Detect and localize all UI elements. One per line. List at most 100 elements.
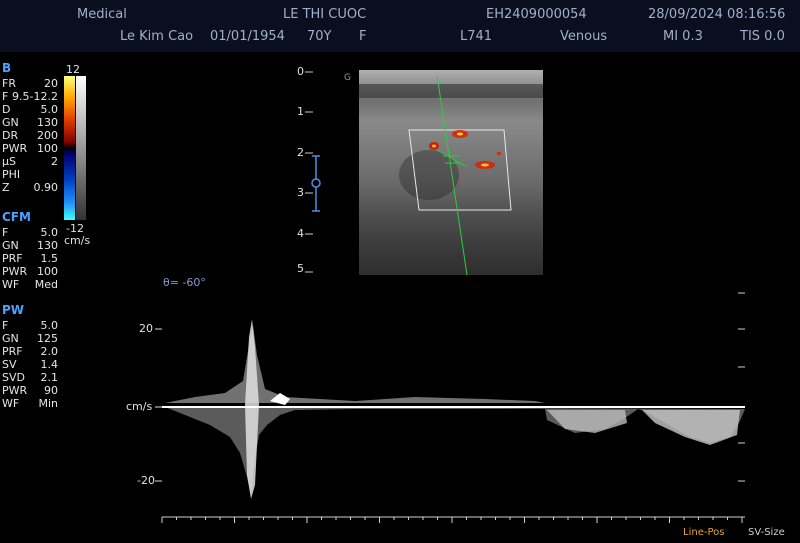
cfm-panel: CFM F 5.0 GN 130 PRF 1.5 PWR 100 WF Med	[2, 210, 58, 292]
velocity-unit: cm/s	[126, 400, 153, 413]
focus-marker-icon[interactable]	[306, 153, 326, 215]
b-mode-param-row: D 5.0	[2, 103, 58, 116]
param-value: 5.0	[40, 226, 59, 239]
depth-label-4: 4	[297, 227, 304, 240]
doppler-overlay	[408, 74, 512, 275]
param-value: 0.90	[33, 181, 59, 194]
color-box	[408, 129, 512, 211]
param-key: PRF	[2, 252, 23, 265]
exam-preset: Venous	[560, 29, 608, 44]
patient-sex: F	[359, 29, 367, 44]
cfm-param-row: PWR 100	[2, 265, 58, 278]
depth-label-5: 5	[297, 262, 304, 275]
b-mode-image[interactable]	[359, 70, 543, 275]
velocity-scale-bottom: -20	[137, 474, 155, 487]
b-mode-param-row: µS 2	[2, 155, 58, 168]
b-mode-param-row: GN 130	[2, 116, 58, 129]
param-value: 5.0	[40, 319, 59, 332]
color-bar-max: 12	[66, 63, 80, 76]
cfm-param-row: GN 130	[2, 239, 58, 252]
patient-name: LE THI CUOC	[283, 7, 367, 22]
param-value: Med	[34, 278, 58, 291]
param-key: F	[2, 319, 9, 332]
param-value: 100	[37, 142, 58, 155]
b-mode-param-row: DR 200	[2, 129, 58, 142]
probe-model: L741	[460, 29, 493, 44]
param-value: 125	[37, 332, 58, 345]
param-key: PHI	[2, 168, 21, 181]
param-key: FR	[2, 77, 16, 90]
cfm-param-row: WF Med	[2, 278, 58, 291]
depth-label-3: 3	[297, 186, 304, 199]
param-key: µS	[2, 155, 16, 168]
cfm-param-row: F 5.0	[2, 226, 58, 239]
spectral-waveform	[165, 319, 745, 499]
param-key: F	[2, 90, 9, 103]
color-velocity-bar	[64, 76, 86, 220]
pw-param-row: PWR 90	[2, 384, 58, 397]
param-value: 9.5-12.2	[12, 90, 58, 103]
pw-panel: PW F 5.0 GN 125 PRF 2.0 SV 1.4 SVD 2.1 PWR 90 WF Min	[2, 303, 58, 411]
exam-datetime: 28/09/2024 08:16:56	[648, 7, 786, 22]
param-key: Z	[2, 181, 10, 194]
param-key: WF	[2, 278, 20, 291]
depth-label-0: 0	[297, 65, 304, 78]
param-key: GN	[2, 239, 19, 252]
param-key: GN	[2, 116, 19, 129]
param-value: 200	[37, 129, 58, 142]
param-value: 130	[37, 116, 58, 129]
cfm-param-row: PRF 1.5	[2, 252, 58, 265]
velocity-scale-top: 20	[139, 322, 153, 335]
line-pos-control[interactable]: Line-Pos	[683, 527, 724, 538]
b-mode-title: B	[2, 61, 12, 75]
param-key: GN	[2, 332, 19, 345]
probe-orientation-icon: G	[344, 73, 351, 83]
mechanical-index: MI 0.3	[663, 29, 703, 44]
param-value: 2.1	[40, 371, 59, 384]
pw-param-row: GN 125	[2, 332, 58, 345]
param-key: F	[2, 226, 9, 239]
pw-title: PW	[2, 303, 25, 317]
exam-id: EH2409000054	[486, 7, 587, 22]
param-value: 90	[44, 384, 58, 397]
param-key: PWR	[2, 384, 28, 397]
param-key: D	[2, 103, 11, 116]
app-title: Medical	[77, 7, 127, 22]
param-key: SVD	[2, 371, 25, 384]
depth-label-2: 2	[297, 146, 304, 159]
b-mode-param-row: F 9.5-12.2	[2, 90, 58, 103]
cfm-title: CFM	[2, 210, 31, 224]
patient-header: Medical LE THI CUOC EH2409000054 28/09/2…	[0, 0, 800, 52]
color-bar-unit: cm/s	[64, 234, 91, 247]
param-value: 130	[37, 239, 58, 252]
b-mode-param-row: PHI	[2, 168, 58, 181]
patient-age: 70Y	[307, 29, 332, 44]
doppler-spectrum[interactable]	[155, 285, 755, 525]
param-key: SV	[2, 358, 17, 371]
cursor-line	[436, 74, 468, 275]
param-value: 1.5	[40, 252, 59, 265]
param-value: 5.0	[40, 103, 59, 116]
angle-correction	[436, 149, 468, 168]
b-mode-param-row: FR 20	[2, 77, 58, 90]
pw-param-row: PRF 2.0	[2, 345, 58, 358]
param-value: 20	[44, 77, 58, 90]
pw-param-row: SV 1.4	[2, 358, 58, 371]
pw-param-row: F 5.0	[2, 319, 58, 332]
param-key: DR	[2, 129, 19, 142]
physician-name: Le Kim Cao	[120, 29, 194, 44]
param-value: 2	[51, 155, 58, 168]
pw-param-row: SVD 2.1	[2, 371, 58, 384]
param-value: 2.0	[40, 345, 59, 358]
thermal-index: TIS 0.0	[740, 29, 785, 44]
sv-size-control[interactable]: SV-Size	[748, 527, 785, 538]
param-value: Min	[38, 397, 58, 410]
param-key: PRF	[2, 345, 23, 358]
param-value: 1.4	[40, 358, 59, 371]
patient-dob: 01/01/1954	[210, 29, 285, 44]
param-key: PWR	[2, 265, 28, 278]
param-key: WF	[2, 397, 20, 410]
param-value: 100	[37, 265, 58, 278]
b-mode-panel: B FR 20 F 9.5-12.2 D 5.0 GN 130 DR 200 PWR 100 µS 2 PH…	[2, 61, 59, 195]
b-mode-param-row: PWR 100	[2, 142, 58, 155]
